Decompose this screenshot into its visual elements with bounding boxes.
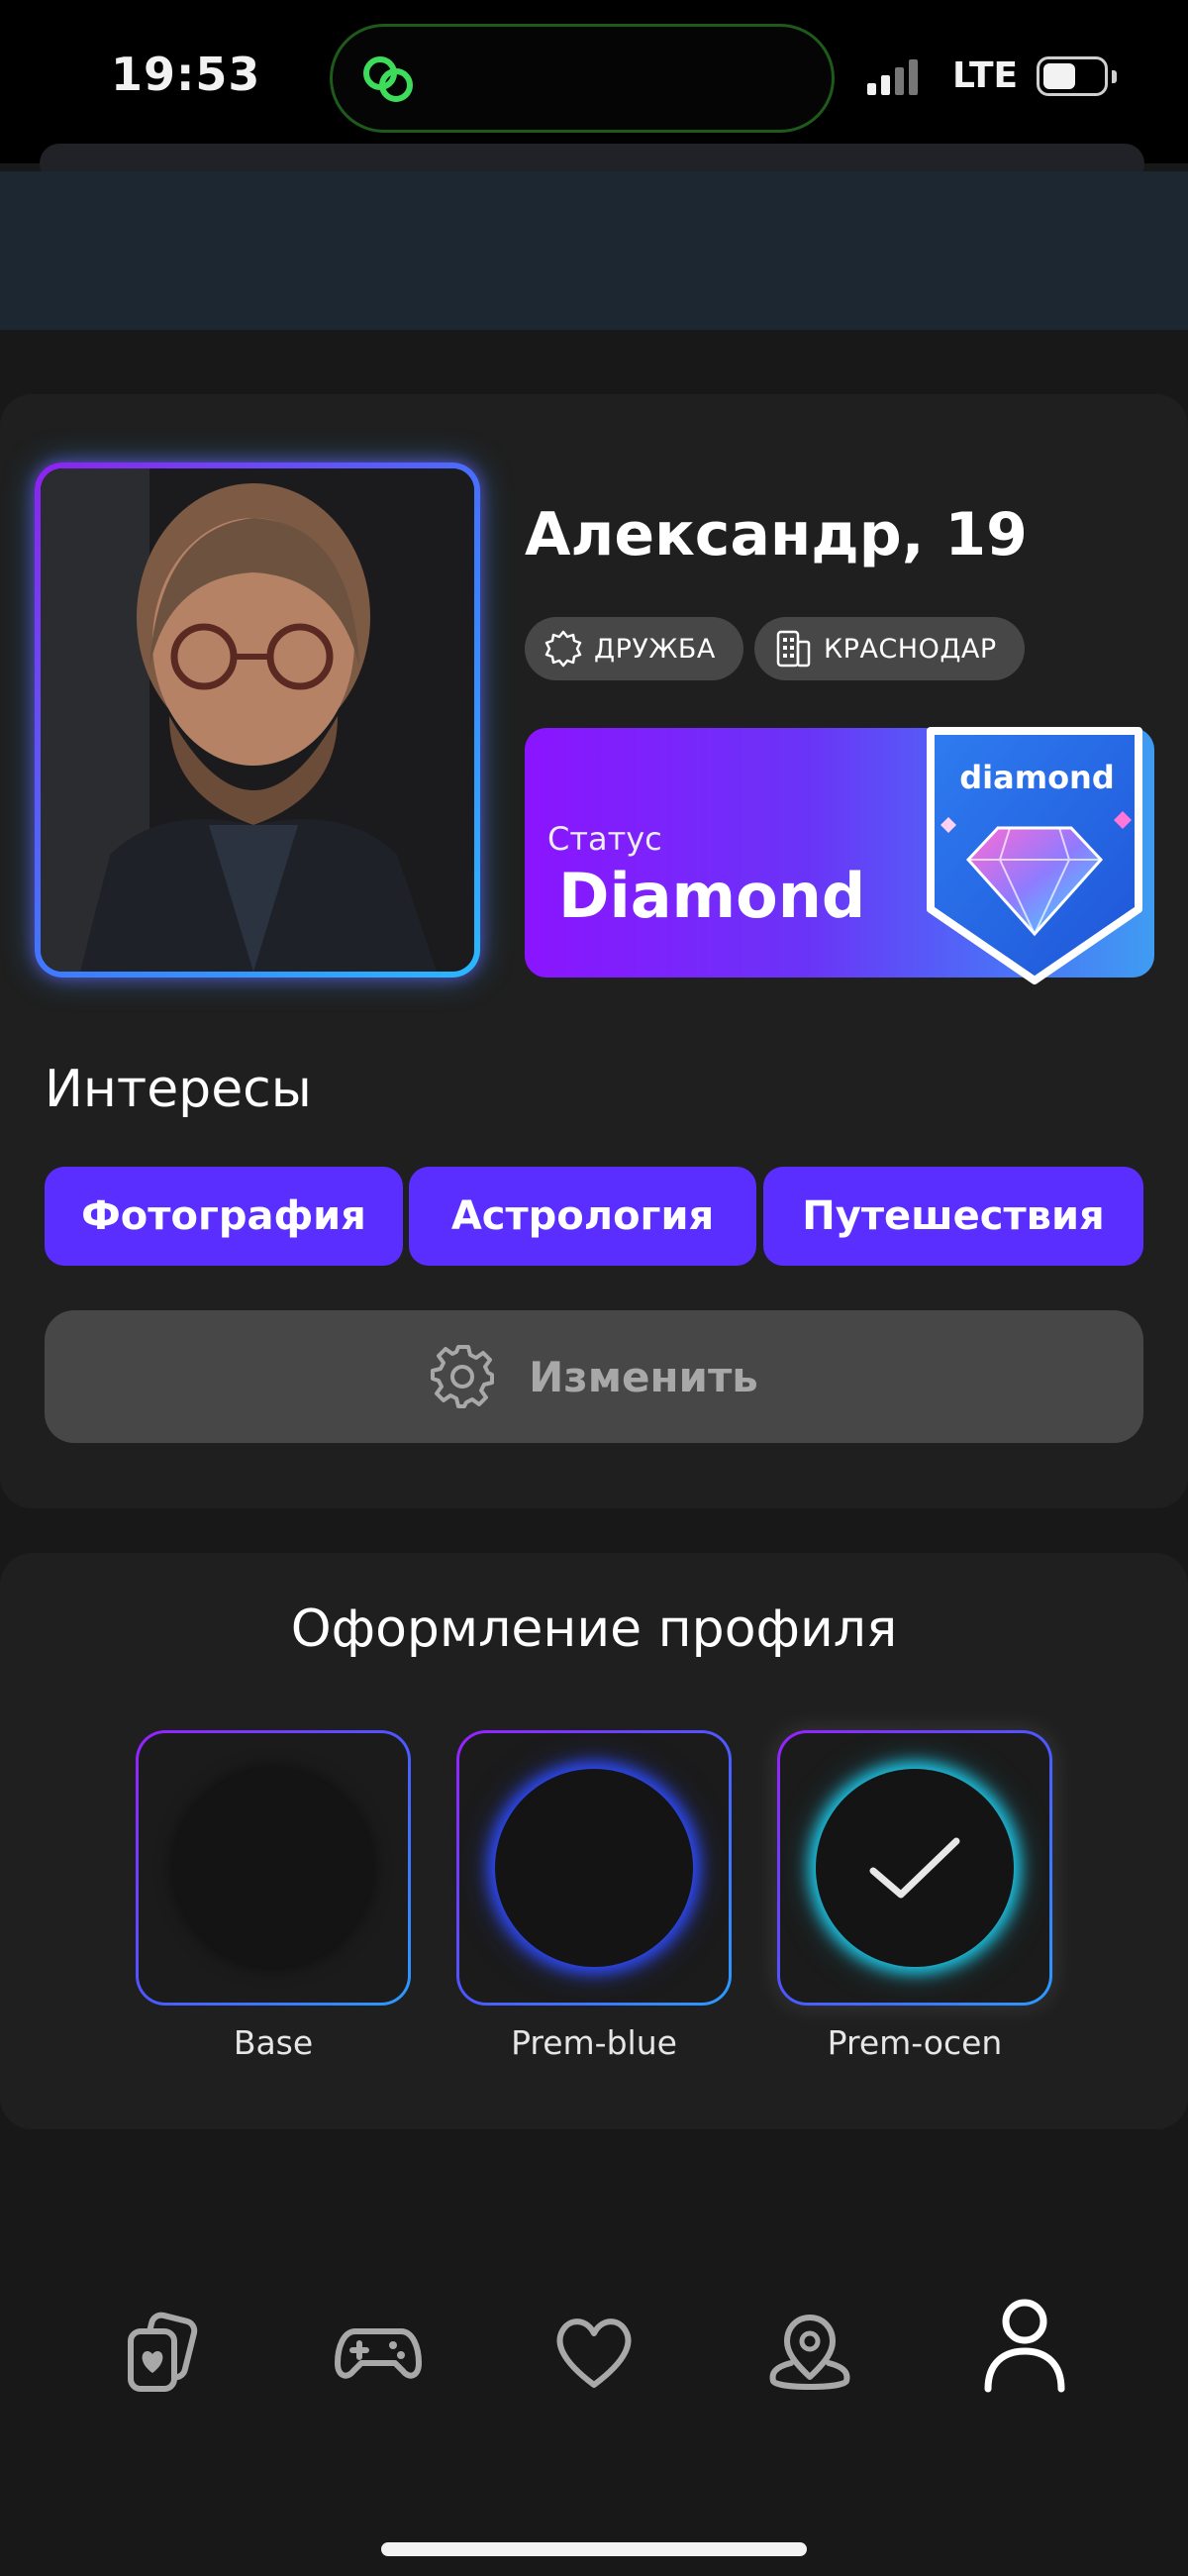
avatar-portrait-image <box>41 468 474 972</box>
theme-preview-circle <box>174 1769 372 1967</box>
cards-heart-icon[interactable] <box>117 2308 206 2397</box>
theme-preview-circle <box>495 1769 693 1967</box>
edit-profile-button[interactable]: Изменить <box>45 1310 1143 1443</box>
location-icon[interactable] <box>765 2308 854 2397</box>
edit-button-label: Изменить <box>529 1352 758 1401</box>
interest-tag[interactable]: Астрология <box>409 1167 756 1266</box>
sun-icon <box>544 630 582 668</box>
status-label: Статус <box>547 820 662 858</box>
badge-label: diamond <box>959 759 1115 796</box>
status-value: Diamond <box>558 860 866 932</box>
profile-name: Александр, 19 <box>525 500 1028 569</box>
city-chip-label: КРАСНОДАР <box>824 633 997 665</box>
home-indicator[interactable] <box>381 2542 807 2556</box>
gamepad-icon[interactable] <box>334 2308 423 2397</box>
interests-title: Интересы <box>45 1060 312 1119</box>
city-chip: КРАСНОДАР <box>754 617 1025 680</box>
battery-nub <box>1112 70 1117 83</box>
building-icon <box>776 630 811 668</box>
app-link-icon <box>363 56 413 102</box>
theme-option-prem-ocen[interactable] <box>777 1730 1052 2006</box>
theme-label: Prem-ocen <box>827 2023 1003 2062</box>
theme-label: Prem-blue <box>511 2023 677 2062</box>
checkmark-icon <box>869 1837 960 1899</box>
goal-chip: ДРУЖБА <box>525 617 743 680</box>
gear-icon <box>431 1345 495 1408</box>
heart-icon[interactable] <box>549 2308 639 2397</box>
battery-level <box>1043 63 1075 89</box>
status-time: 19:53 <box>111 48 261 101</box>
avatar[interactable] <box>41 468 474 972</box>
theme-option-prem-blue[interactable] <box>456 1730 732 2006</box>
profile-icon[interactable] <box>980 2296 1069 2395</box>
goal-chip-label: ДРУЖБА <box>594 633 716 665</box>
theme-option-base[interactable] <box>136 1730 411 2006</box>
theme-label: Base <box>233 2023 314 2062</box>
top-banner-panel <box>0 171 1188 330</box>
interest-tag[interactable]: Фотография <box>45 1167 403 1266</box>
interest-tag[interactable]: Путешествия <box>763 1167 1143 1266</box>
network-type: LTE <box>952 55 1019 96</box>
design-title: Оформление профиля <box>290 1599 898 1659</box>
theme-preview-circle <box>816 1769 1014 1967</box>
